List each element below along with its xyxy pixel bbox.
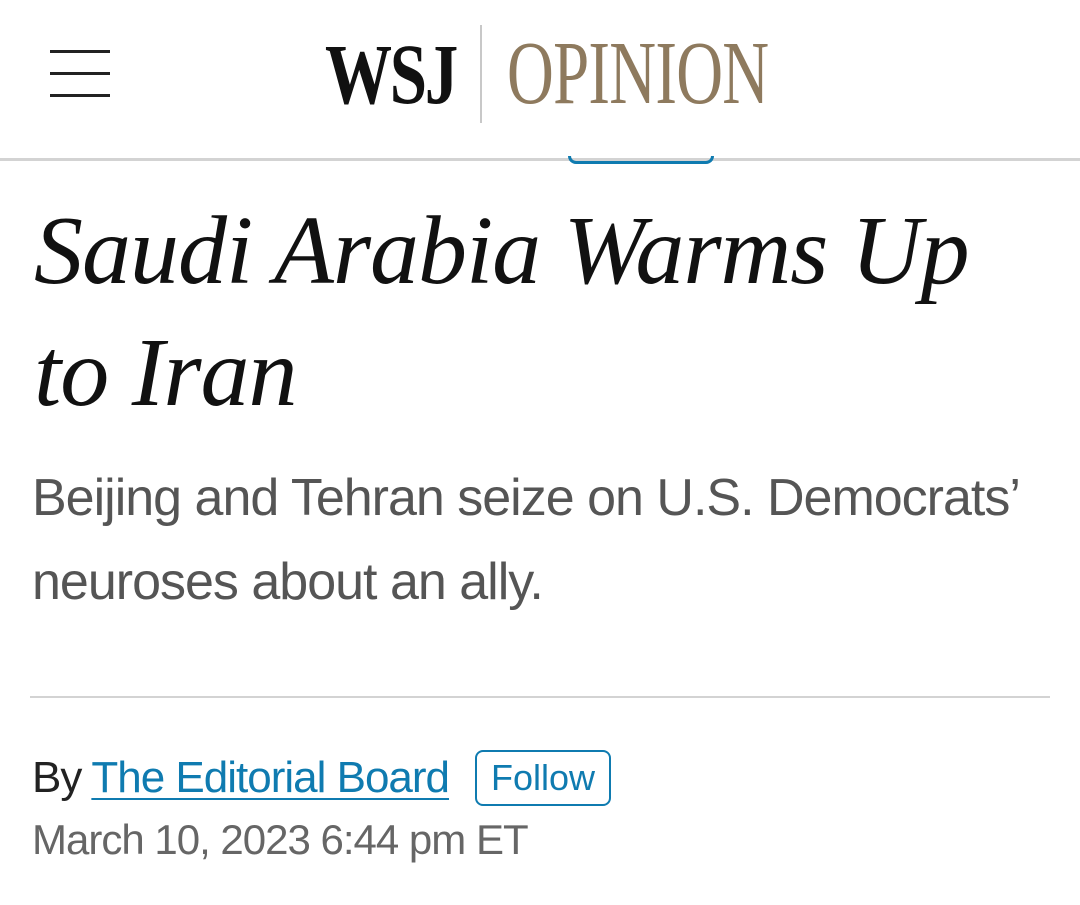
byline: By The Editorial Board Follow [32, 748, 612, 808]
section-tab-indicator [568, 156, 714, 164]
follow-button[interactable]: Follow [475, 750, 612, 806]
byline-divider [30, 696, 1050, 698]
menu-bar-middle [50, 72, 110, 75]
menu-bar-bottom [50, 94, 110, 97]
hamburger-menu-icon[interactable] [46, 46, 114, 106]
wsj-logo-text: WSJ [325, 26, 458, 122]
article-dek: Beijing and Tehran seize on U.S. Democra… [32, 469, 1019, 611]
logo-divider [480, 25, 482, 123]
byline-prefix: By [32, 753, 82, 802]
menu-bar-top [50, 50, 110, 53]
opinion-section-logo-text: OPINION [507, 24, 769, 123]
site-header: WSJ OPINION [0, 0, 1080, 161]
publish-date: March 10, 2023 6:44 pm ET [32, 816, 529, 863]
author-link[interactable]: The Editorial Board [91, 753, 450, 803]
article-headline: Saudi Arabia Warms Up to Iran [34, 197, 970, 427]
wsj-opinion-logo[interactable]: WSJ OPINION [325, 22, 777, 126]
